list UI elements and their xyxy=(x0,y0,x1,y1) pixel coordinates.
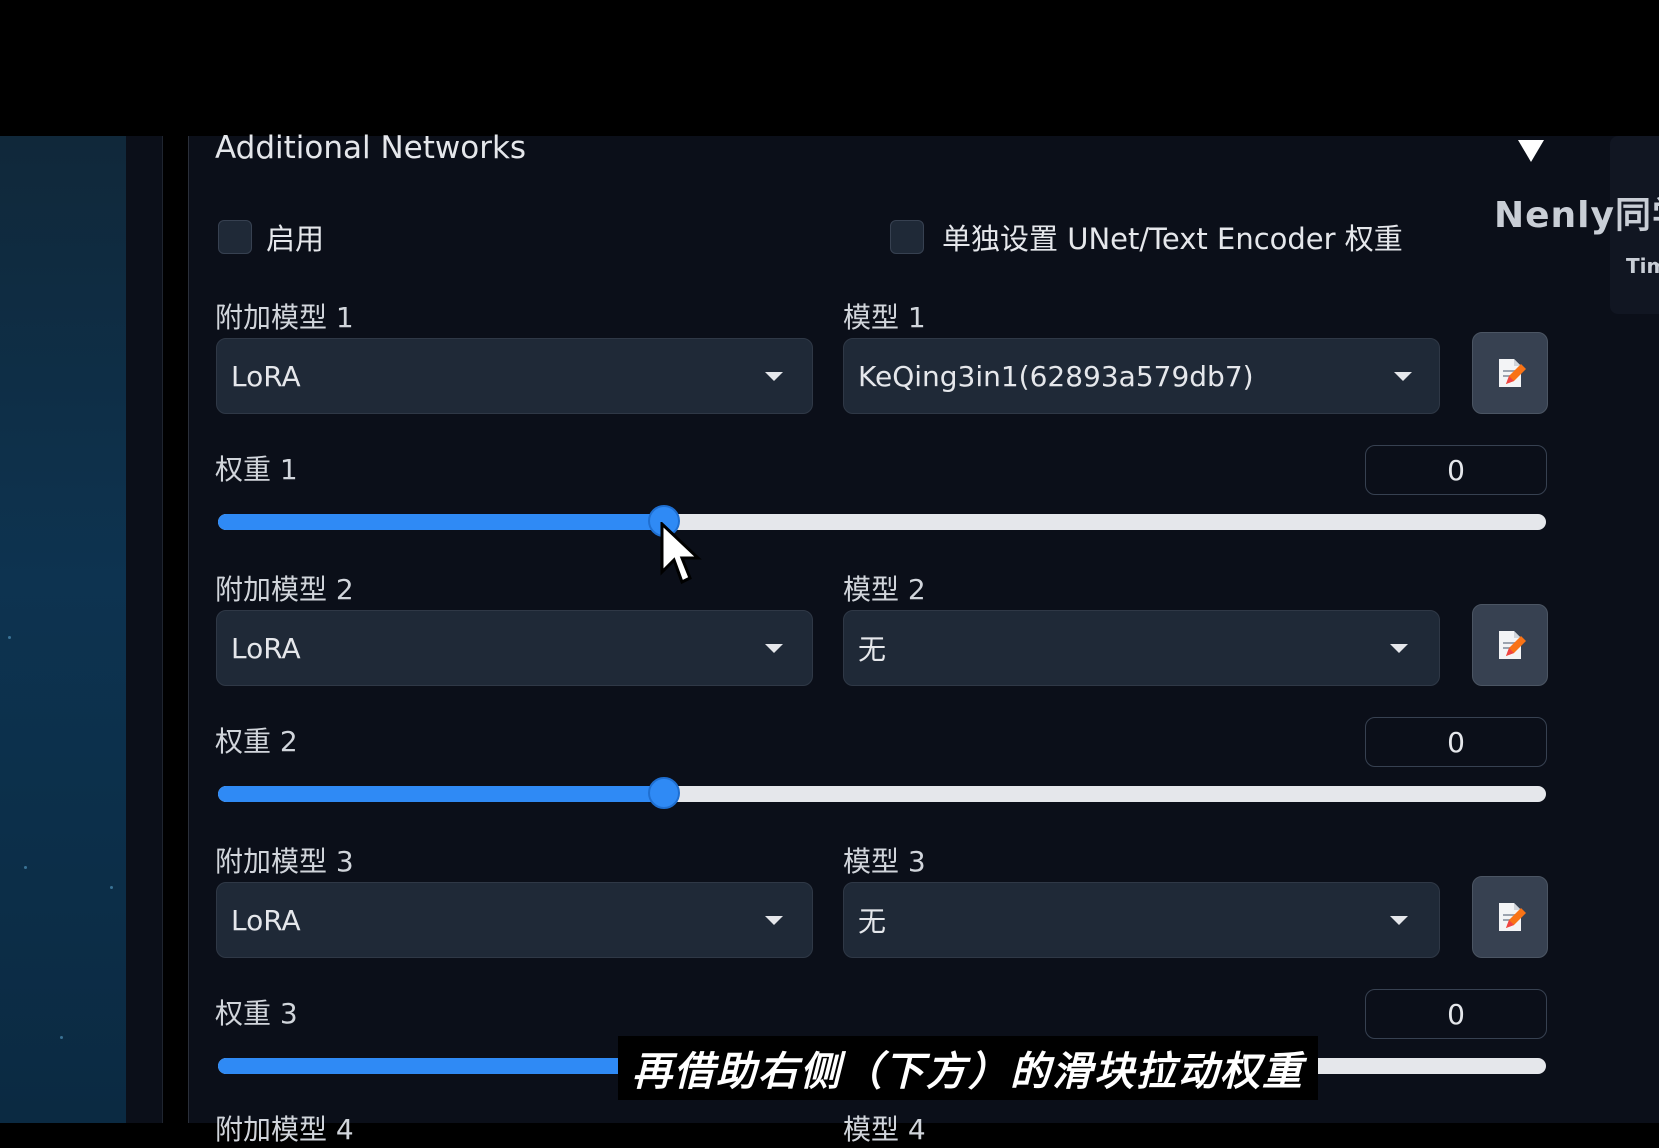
watermark: Nenly同学 xyxy=(1494,195,1659,236)
caret-down-icon xyxy=(765,372,783,381)
addon-model-label-1: 附加模型 1 xyxy=(215,301,354,334)
caret-down-icon xyxy=(1390,916,1408,925)
weight-label-2: 权重 2 xyxy=(215,725,298,758)
triangle-down-icon[interactable] xyxy=(1518,140,1544,162)
addon-model-select-1[interactable]: LoRA xyxy=(216,338,813,414)
weight-label-1: 权重 1 xyxy=(215,453,298,486)
video-subtitle: 再借助右侧（下方）的滑块拉动权重 xyxy=(618,1036,1318,1100)
addon-model-label-2: 附加模型 2 xyxy=(215,573,354,606)
slider-thumb[interactable] xyxy=(648,777,681,809)
model-label-2: 模型 2 xyxy=(843,573,926,606)
model-select-3[interactable]: 无 xyxy=(843,882,1440,958)
model-value-3: 无 xyxy=(858,905,887,938)
addon-model-value-2: LoRA xyxy=(231,631,301,665)
edit-model-button-2[interactable] xyxy=(1472,604,1548,686)
addon-model-select-3[interactable]: LoRA xyxy=(216,882,813,958)
model-select-1[interactable]: KeQing3in1(62893a579db7) xyxy=(843,338,1440,414)
addon-model-value-1: LoRA xyxy=(231,359,301,393)
weight-input-3[interactable]: 0 xyxy=(1365,989,1547,1039)
edit-note-icon xyxy=(1499,631,1526,659)
weight-label-3: 权重 3 xyxy=(215,997,298,1030)
model-value-2: 无 xyxy=(858,633,887,666)
model-select-2[interactable]: 无 xyxy=(843,610,1440,686)
weight-input-2[interactable]: 0 xyxy=(1365,717,1547,767)
enable-label: 启用 xyxy=(266,222,325,256)
edit-note-icon xyxy=(1499,359,1526,387)
model-label-4: 模型 4 xyxy=(843,1113,926,1146)
video-letterbox-top xyxy=(0,0,1659,136)
model-label-3: 模型 3 xyxy=(843,845,926,878)
caret-down-icon xyxy=(1394,372,1412,381)
model-value-1: KeQing3in1(62893a579db7) xyxy=(858,359,1254,393)
addon-model-label-4: 附加模型 4 xyxy=(215,1113,354,1146)
addon-model-label-3: 附加模型 3 xyxy=(215,845,354,878)
caret-down-icon xyxy=(765,916,783,925)
background-image-left xyxy=(0,136,126,1123)
slider-fill xyxy=(218,1058,665,1074)
left-gutter xyxy=(126,136,163,1123)
weight-slider-1[interactable] xyxy=(218,505,1546,537)
enable-checkbox[interactable] xyxy=(218,220,252,254)
slider-fill xyxy=(218,514,665,530)
edit-model-button-1[interactable] xyxy=(1472,332,1548,414)
slider-fill xyxy=(218,786,665,802)
section-title: Additional Networks xyxy=(215,130,527,166)
addon-model-value-3: LoRA xyxy=(231,903,301,937)
right-sidebar-label: Tim xyxy=(1626,254,1659,278)
weight-slider-2[interactable] xyxy=(218,777,1546,809)
edit-note-icon xyxy=(1499,903,1526,931)
addon-model-select-2[interactable]: LoRA xyxy=(216,610,813,686)
edit-model-button-3[interactable] xyxy=(1472,876,1548,958)
mouse-cursor-icon xyxy=(660,522,702,585)
model-label-1: 模型 1 xyxy=(843,301,926,334)
separate-weights-checkbox[interactable] xyxy=(890,220,924,254)
caret-down-icon xyxy=(765,644,783,653)
separate-weights-label: 单独设置 UNet/Text Encoder 权重 xyxy=(942,222,1403,256)
caret-down-icon xyxy=(1390,644,1408,653)
weight-input-1[interactable]: 0 xyxy=(1365,445,1547,495)
